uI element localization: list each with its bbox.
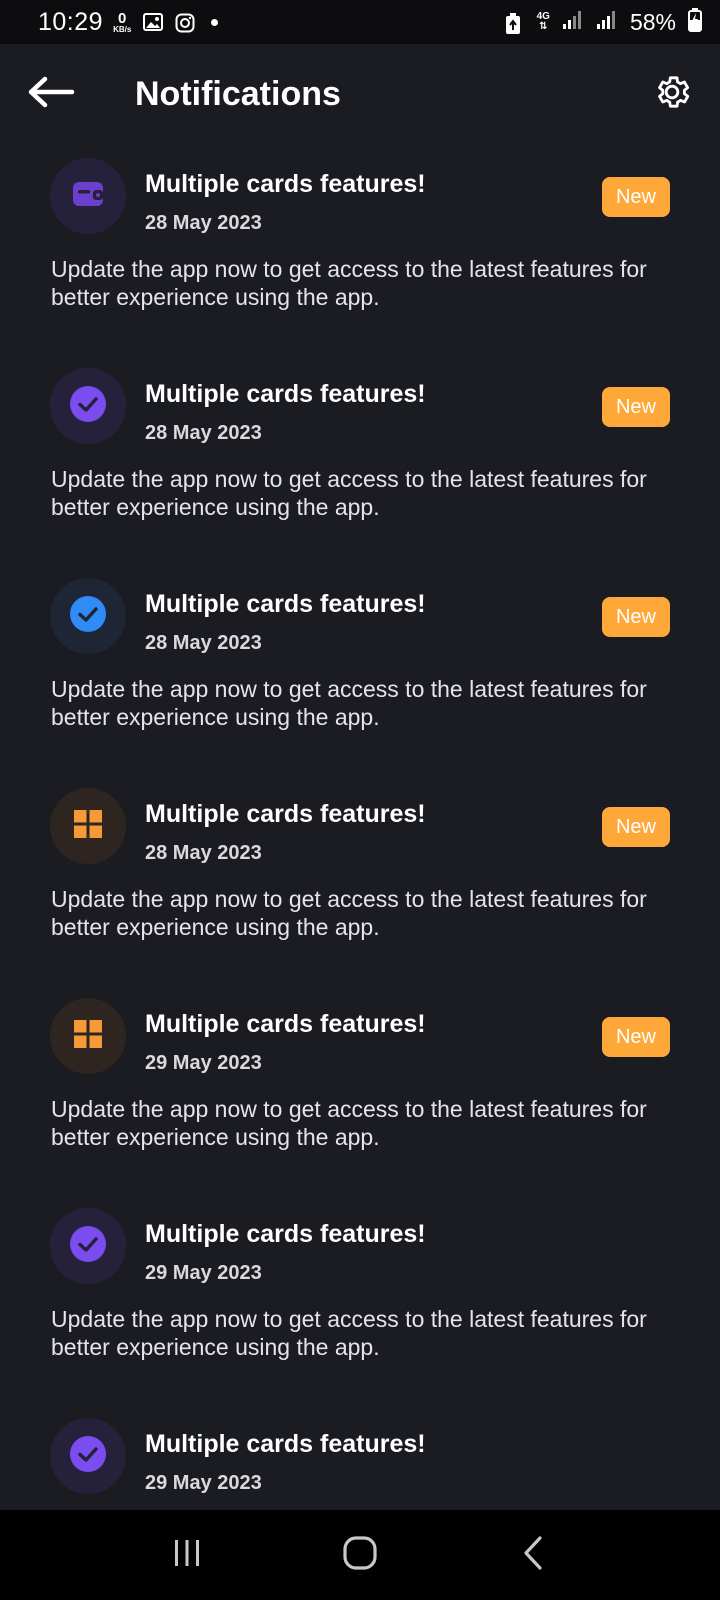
- notification-title: Multiple cards features!: [145, 1010, 426, 1038]
- notification-avatar: [50, 1418, 126, 1494]
- network-speed-value: 0: [118, 9, 127, 27]
- notification-item[interactable]: Multiple cards features! 29 May 2023 Upd…: [0, 1198, 720, 1408]
- notification-date: 29 May 2023: [145, 1052, 262, 1074]
- grid-icon: [73, 809, 103, 844]
- signal-icon-2: [596, 10, 618, 35]
- purple-check-icon: [69, 1435, 107, 1478]
- blue-check-icon: [69, 595, 107, 638]
- wallet-icon: [71, 180, 105, 213]
- notification-title: Multiple cards features!: [145, 1430, 426, 1458]
- notification-body: Update the app now to get access to the …: [51, 1096, 647, 1150]
- recents-button[interactable]: [157, 1525, 217, 1585]
- new-badge: New: [602, 177, 670, 217]
- back-button[interactable]: [24, 72, 78, 116]
- notification-title: Multiple cards features!: [145, 590, 426, 618]
- notification-avatar: [50, 1208, 126, 1284]
- notification-date: 28 May 2023: [145, 632, 262, 654]
- signal-icon: [562, 10, 584, 35]
- network-speed: 0 KB/s: [113, 11, 131, 34]
- notification-dot-icon: [211, 18, 219, 26]
- app-header: Notifications: [0, 44, 720, 148]
- new-badge: New: [602, 597, 670, 637]
- notification-avatar: [50, 998, 126, 1074]
- notification-avatar: [50, 158, 126, 234]
- purple-check-icon: [69, 1225, 107, 1268]
- notification-title: Multiple cards features!: [145, 800, 426, 828]
- battery-percent: 58%: [629, 8, 676, 35]
- system-back-button[interactable]: [503, 1525, 563, 1585]
- notification-avatar: [50, 578, 126, 654]
- page-title: Notifications: [135, 75, 341, 113]
- grid-icon: [73, 1019, 103, 1054]
- notification-body: Update the app now to get access to the …: [51, 1306, 647, 1360]
- notification-list: Multiple cards features! 28 May 2023 New…: [0, 148, 720, 1600]
- gear-icon: [652, 72, 692, 117]
- notification-title: Multiple cards features!: [145, 170, 426, 198]
- new-badge: New: [602, 1017, 670, 1057]
- status-time: 10:29: [38, 7, 104, 36]
- notification-date: 28 May 2023: [145, 842, 262, 864]
- notification-body: Update the app now to get access to the …: [51, 466, 647, 520]
- notification-avatar: [50, 368, 126, 444]
- notification-date: 29 May 2023: [145, 1262, 262, 1284]
- recents-icon: [171, 1537, 203, 1574]
- home-button[interactable]: [330, 1525, 390, 1585]
- notification-body: Update the app now to get access to the …: [51, 256, 647, 310]
- status-bar: 10:29 0 KB/s 4G ⇅ 58%: [0, 0, 720, 44]
- notification-date: 29 May 2023: [145, 1472, 262, 1494]
- battery-saver-icon: [505, 13, 525, 34]
- new-badge: New: [602, 387, 670, 427]
- notification-item[interactable]: Multiple cards features! 28 May 2023 New…: [0, 568, 720, 778]
- purple-check-icon: [69, 385, 107, 428]
- notification-body: Update the app now to get access to the …: [51, 676, 647, 730]
- notification-date: 28 May 2023: [145, 212, 262, 234]
- data-arrows-icon: ⇅: [539, 21, 548, 32]
- instagram-icon: [175, 13, 195, 33]
- gallery-icon: [143, 13, 164, 31]
- network-speed-unit: KB/s: [113, 24, 132, 34]
- notification-body: Update the app now to get access to the …: [51, 886, 647, 940]
- notification-item[interactable]: Multiple cards features! 28 May 2023 New…: [0, 148, 720, 358]
- system-nav-bar: [0, 1510, 720, 1600]
- notification-title: Multiple cards features!: [145, 1220, 426, 1248]
- notification-item[interactable]: Multiple cards features! 28 May 2023 New…: [0, 778, 720, 988]
- notification-title: Multiple cards features!: [145, 380, 426, 408]
- notification-date: 28 May 2023: [145, 422, 262, 444]
- arrow-left-icon: [27, 76, 75, 113]
- back-chevron-icon: [521, 1535, 545, 1576]
- network-type: 4G ⇅: [537, 12, 550, 32]
- settings-button[interactable]: [650, 72, 694, 116]
- new-badge: New: [602, 807, 670, 847]
- home-icon: [342, 1535, 378, 1576]
- notification-item[interactable]: Multiple cards features! 28 May 2023 New…: [0, 358, 720, 568]
- battery-icon: [688, 7, 702, 37]
- notification-avatar: [50, 788, 126, 864]
- notification-item[interactable]: Multiple cards features! 29 May 2023 New…: [0, 988, 720, 1198]
